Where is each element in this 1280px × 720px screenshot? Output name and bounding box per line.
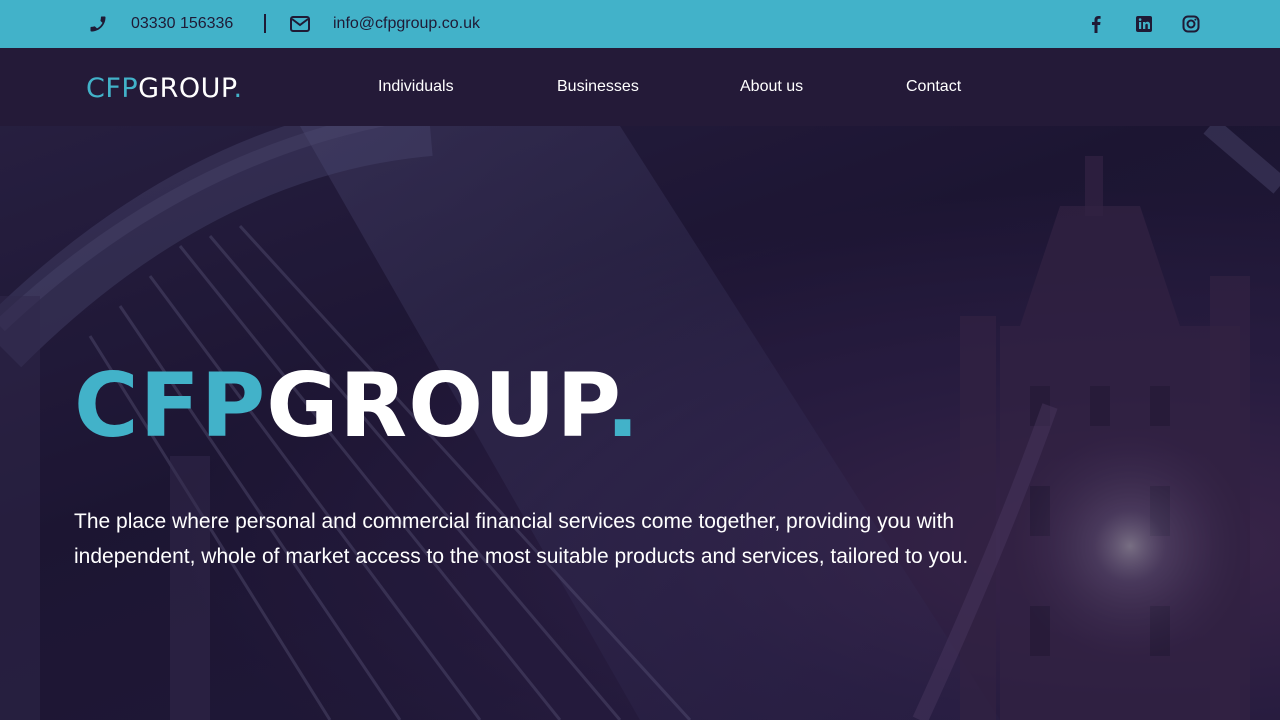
header-logo[interactable]: CFPGROUP. <box>86 72 243 106</box>
instagram-icon[interactable] <box>1181 14 1201 34</box>
nav-item-about-us[interactable]: About us <box>740 76 803 98</box>
nav-item-contact[interactable]: Contact <box>906 76 961 98</box>
logo-group-text: GROUP <box>138 73 234 104</box>
hero-title-cfp: CFP <box>74 354 267 457</box>
hero-description: The place where personal and commercial … <box>74 510 969 568</box>
logo-cfp-text: CFP <box>86 73 139 104</box>
logo-dot: . <box>233 73 243 104</box>
facebook-icon[interactable] <box>1086 14 1106 34</box>
top-contact-bar: 03330 156336 info@cfpgroup.co.uk <box>0 0 1280 48</box>
envelope-icon[interactable] <box>290 15 310 33</box>
hero-title-group: GROUP <box>266 354 606 457</box>
hero-title-dot: . <box>605 354 641 457</box>
nav-item-businesses[interactable]: Businesses <box>557 76 639 98</box>
phone-icon[interactable] <box>88 14 108 34</box>
contact-divider <box>264 14 266 33</box>
hero-title: CFPGROUP. <box>74 356 640 456</box>
linkedin-icon[interactable] <box>1134 14 1154 34</box>
email-link[interactable]: info@cfpgroup.co.uk <box>333 13 480 35</box>
nav-item-individuals[interactable]: Individuals <box>378 76 454 98</box>
phone-number-link[interactable]: 03330 156336 <box>131 13 233 35</box>
